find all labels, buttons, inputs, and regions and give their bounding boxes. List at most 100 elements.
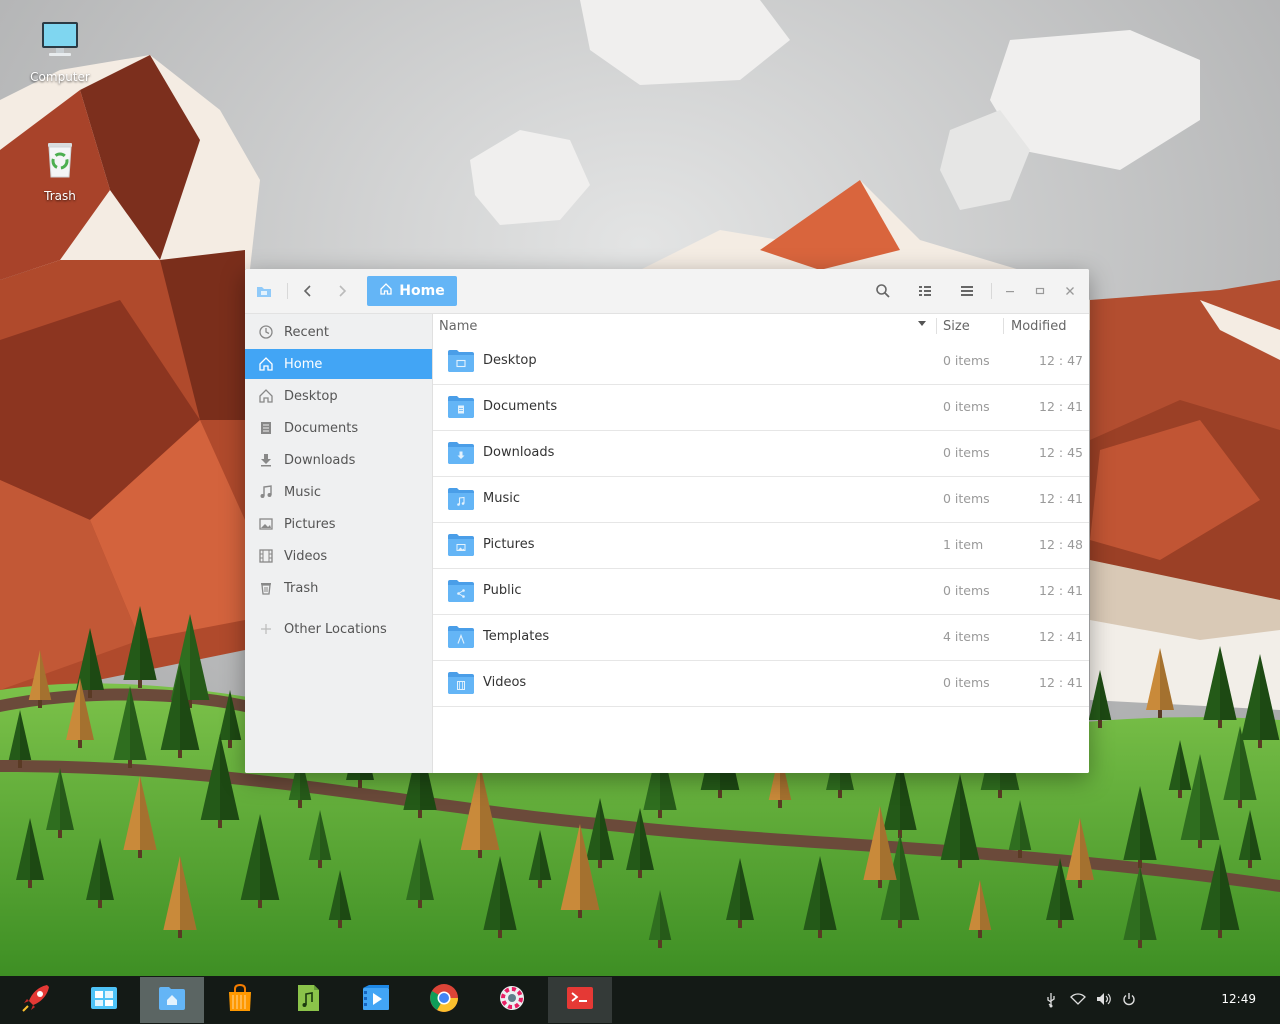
desktop-icon-trash[interactable]: Trash (10, 137, 110, 203)
music-icon (258, 484, 274, 500)
taskbar-app-files[interactable] (140, 977, 204, 1023)
picture-icon (258, 516, 274, 532)
taskbar-app-music-player[interactable] (276, 977, 340, 1023)
column-size-header[interactable]: Size (943, 319, 970, 334)
power-icon[interactable] (1122, 992, 1136, 1010)
taskbar-app-settings[interactable] (480, 977, 544, 1023)
column-divider (936, 318, 937, 334)
maximize-button[interactable] (1026, 277, 1054, 305)
home-icon (379, 282, 393, 300)
folder-template-icon (447, 625, 475, 653)
file-row[interactable]: Public 0 items 12 : 41 (433, 568, 1089, 615)
computer-icon (36, 18, 84, 66)
file-size: 0 items (943, 491, 990, 506)
file-name: Videos (483, 675, 527, 690)
search-button[interactable] (869, 277, 897, 305)
path-bar-home-button[interactable]: Home (367, 276, 457, 306)
plus-icon (258, 621, 274, 637)
header-separator (287, 283, 288, 299)
minimize-button[interactable] (996, 277, 1024, 305)
clock[interactable]: 12:49 (1221, 992, 1256, 1006)
column-modified-header[interactable]: Modified (1011, 319, 1066, 334)
sidebar-item-pictures[interactable]: Pictures (245, 509, 432, 539)
taskbar-app-chrome[interactable] (412, 977, 476, 1023)
sidebar-item-label: Music (284, 484, 321, 500)
sort-descending-icon[interactable] (917, 317, 927, 332)
folder-app-icon (256, 283, 272, 299)
chrome-icon (427, 981, 461, 1019)
file-name: Pictures (483, 537, 535, 552)
header-bar: Home (245, 269, 1089, 314)
sidebar-item-label: Recent (284, 324, 329, 340)
file-modified: 12 : 48 (1039, 537, 1083, 552)
file-modified: 12 : 41 (1039, 491, 1083, 506)
sidebar-item-desktop[interactable]: Desktop (245, 381, 432, 411)
folder-desktop-icon (447, 349, 475, 377)
column-divider (1003, 318, 1004, 334)
app-menu-button[interactable] (250, 277, 278, 305)
folder-video-icon (447, 671, 475, 699)
file-row[interactable]: Music 0 items 12 : 41 (433, 476, 1089, 523)
taskbar-app-app-store[interactable] (72, 977, 136, 1023)
menu-button[interactable] (953, 277, 981, 305)
volume-icon[interactable] (1096, 992, 1112, 1010)
view-toggle-button[interactable] (911, 277, 939, 305)
file-size: 1 item (943, 537, 984, 552)
file-name: Downloads (483, 445, 555, 460)
taskbar-app-rocket-launcher[interactable] (4, 977, 68, 1023)
folder-document-icon (447, 395, 475, 423)
sidebar-item-recent[interactable]: Recent (245, 317, 432, 347)
minimize-icon (1005, 286, 1015, 296)
taskbar-app-terminal[interactable] (548, 977, 612, 1023)
taskbar-app-video-player[interactable] (344, 977, 408, 1023)
file-row[interactable]: Desktop 0 items 12 : 47 (433, 338, 1089, 385)
desktop-icon-computer[interactable]: Computer (10, 18, 110, 84)
system-tray: 12:49 (1047, 976, 1280, 1024)
trash-icon (36, 137, 84, 185)
file-row[interactable]: Templates 4 items 12 : 41 (433, 614, 1089, 661)
sidebar-item-videos[interactable]: Videos (245, 541, 432, 571)
video-player-icon (359, 981, 393, 1019)
sidebar-item-trash[interactable]: Trash (245, 573, 432, 603)
rocket-launcher-icon (19, 981, 53, 1019)
sidebar-item-downloads[interactable]: Downloads (245, 445, 432, 475)
file-size: 0 items (943, 445, 990, 460)
terminal-icon (563, 981, 597, 1019)
sidebar-item-label: Videos (284, 548, 328, 564)
home-icon (258, 356, 274, 372)
file-manager-window: Home Recent Home Desktop Documents Downl… (245, 269, 1089, 773)
sidebar-item-label: Home (284, 356, 323, 372)
file-row[interactable]: Downloads 0 items 12 : 45 (433, 430, 1089, 477)
file-modified: 12 : 41 (1039, 675, 1083, 690)
shopping-bag-icon (223, 981, 257, 1019)
sidebar-item-music[interactable]: Music (245, 477, 432, 507)
file-row[interactable]: Documents 0 items 12 : 41 (433, 384, 1089, 431)
search-icon (875, 283, 891, 299)
hamburger-menu-icon (960, 284, 974, 298)
forward-button[interactable] (328, 277, 356, 305)
taskbar-app-shopping-bag[interactable] (208, 977, 272, 1023)
desktop-icon (258, 388, 274, 404)
sidebar-item-label: Desktop (284, 388, 338, 404)
file-row[interactable]: Videos 0 items 12 : 41 (433, 660, 1089, 707)
folder-picture-icon (447, 533, 475, 561)
file-modified: 12 : 41 (1039, 399, 1083, 414)
file-row[interactable]: Pictures 1 item 12 : 48 (433, 522, 1089, 569)
file-size: 0 items (943, 353, 990, 368)
usb-icon[interactable] (1044, 992, 1058, 1012)
sidebar-item-home[interactable]: Home (245, 349, 432, 379)
file-list-view: Name Size Modified Desktop 0 items 12 : 47… (433, 314, 1089, 773)
column-name-header[interactable]: Name (439, 319, 477, 334)
folder-download-icon (447, 441, 475, 469)
sidebar-item-label: Downloads (284, 452, 356, 468)
back-button[interactable] (294, 277, 322, 305)
sidebar-item-documents[interactable]: Documents (245, 413, 432, 443)
file-name: Music (483, 491, 520, 506)
path-bar-label: Home (399, 283, 445, 299)
file-name: Templates (483, 629, 550, 644)
wifi-icon[interactable] (1070, 992, 1086, 1010)
file-modified: 12 : 45 (1039, 445, 1083, 460)
file-name: Public (483, 583, 522, 598)
close-button[interactable] (1056, 277, 1084, 305)
sidebar-item-other-locations[interactable]: Other Locations (245, 614, 432, 644)
